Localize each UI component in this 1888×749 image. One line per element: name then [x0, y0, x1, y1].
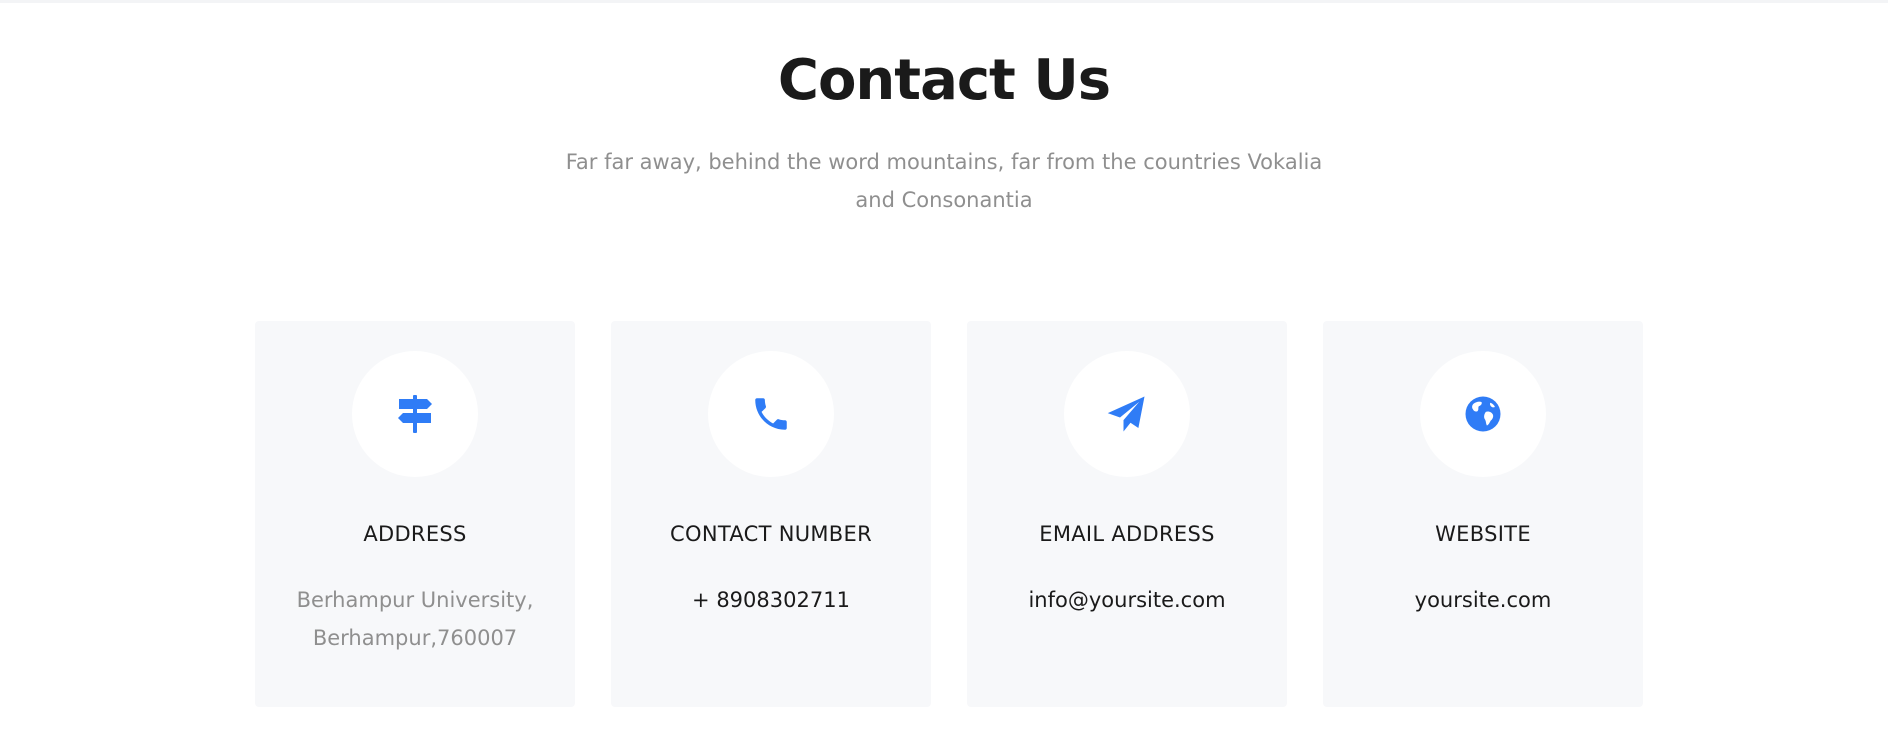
email-title: EMAIL ADDRESS	[1039, 522, 1215, 546]
email-link[interactable]: info@yoursite.com	[983, 581, 1271, 619]
contact-cards: ADDRESS Berhampur University, Berhampur,…	[255, 321, 1645, 707]
paper-plane-icon	[1107, 396, 1145, 432]
top-divider	[0, 0, 1888, 3]
contact-number-card: CONTACT NUMBER + 8908302711	[611, 321, 931, 707]
section-title: Contact Us	[777, 48, 1111, 113]
phone-icon-circle	[708, 351, 834, 477]
email-icon-circle	[1064, 351, 1190, 477]
website-link[interactable]: yoursite.com	[1339, 581, 1627, 619]
email-card: EMAIL ADDRESS info@yoursite.com	[967, 321, 1287, 707]
address-title: ADDRESS	[363, 522, 467, 546]
signpost-icon	[398, 395, 432, 433]
website-card: WEBSITE yoursite.com	[1323, 321, 1643, 707]
address-card: ADDRESS Berhampur University, Berhampur,…	[255, 321, 575, 707]
phone-icon	[755, 398, 787, 430]
phone-number-link[interactable]: + 8908302711	[627, 581, 915, 619]
contact-number-title: CONTACT NUMBER	[670, 522, 872, 546]
globe-icon	[1465, 396, 1501, 432]
section-subtitle: Far far away, behind the word mountains,…	[565, 150, 1323, 212]
globe-icon-circle	[1420, 351, 1546, 477]
address-value: Berhampur University, Berhampur,760007	[296, 588, 534, 650]
website-title: WEBSITE	[1435, 522, 1531, 546]
address-icon-circle	[352, 351, 478, 477]
